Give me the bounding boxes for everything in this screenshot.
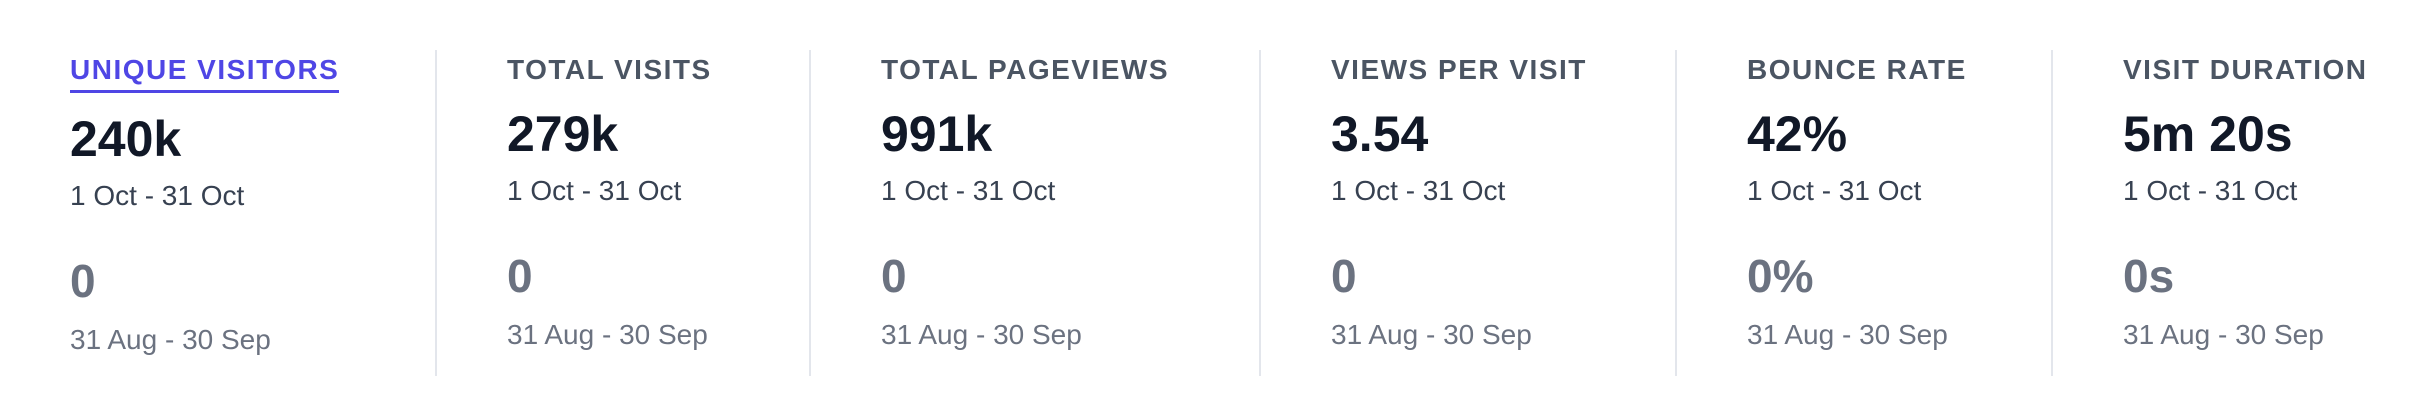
metric-comparison-range: 31 Aug - 30 Sep xyxy=(881,319,1082,350)
metric-value: 42% xyxy=(1747,106,1848,162)
metric-comparison-value: 0 xyxy=(507,250,533,302)
metric-total-pageviews[interactable]: TOTAL PAGEVIEWS 991k 1 Oct - 31 Oct 0 31… xyxy=(811,50,1261,376)
metric-date-range: 1 Oct - 31 Oct xyxy=(2123,175,2298,206)
metric-label-unique-visitors[interactable]: UNIQUE VISITORS xyxy=(70,52,340,93)
metric-visit-duration[interactable]: VISIT DURATION 5m 20s 1 Oct - 31 Oct 0s … xyxy=(2053,50,2427,376)
metric-comparison-value: 0 xyxy=(881,250,907,302)
metric-comparison-value: 0s xyxy=(2123,250,2175,302)
metric-comparison-value: 0 xyxy=(1331,250,1357,302)
metric-date-range: 1 Oct - 31 Oct xyxy=(1331,175,1506,206)
metric-value: 5m 20s xyxy=(2123,106,2293,162)
metric-comparison-range: 31 Aug - 30 Sep xyxy=(1331,319,1532,350)
metric-value: 991k xyxy=(881,106,993,162)
metric-comparison-range: 31 Aug - 30 Sep xyxy=(2123,319,2324,350)
metric-label-bounce-rate[interactable]: BOUNCE RATE xyxy=(1747,52,1967,88)
metric-label-visit-duration[interactable]: VISIT DURATION xyxy=(2123,52,2367,88)
metric-views-per-visit[interactable]: VIEWS PER VISIT 3.54 1 Oct - 31 Oct 0 31… xyxy=(1261,50,1677,376)
metric-date-range: 1 Oct - 31 Oct xyxy=(881,175,1056,206)
metric-unique-visitors[interactable]: UNIQUE VISITORS 240k 1 Oct - 31 Oct 0 31… xyxy=(0,50,437,376)
metric-label-total-pageviews[interactable]: TOTAL PAGEVIEWS xyxy=(881,52,1169,88)
metric-comparison-range: 31 Aug - 30 Sep xyxy=(1747,319,1948,350)
metric-date-range: 1 Oct - 31 Oct xyxy=(507,175,682,206)
metric-date-range: 1 Oct - 31 Oct xyxy=(70,180,245,211)
metric-total-visits[interactable]: TOTAL VISITS 279k 1 Oct - 31 Oct 0 31 Au… xyxy=(437,50,811,376)
metric-comparison-value: 0 xyxy=(70,255,96,307)
metric-value: 240k xyxy=(70,111,182,167)
metric-value: 279k xyxy=(507,106,619,162)
metric-bounce-rate[interactable]: BOUNCE RATE 42% 1 Oct - 31 Oct 0% 31 Aug… xyxy=(1677,50,2053,376)
metric-value: 3.54 xyxy=(1331,106,1429,162)
top-stats-panel: UNIQUE VISITORS 240k 1 Oct - 31 Oct 0 31… xyxy=(0,0,2427,402)
metric-comparison-range: 31 Aug - 30 Sep xyxy=(70,324,271,355)
metric-comparison-range: 31 Aug - 30 Sep xyxy=(507,319,708,350)
metric-comparison-value: 0% xyxy=(1747,250,1814,302)
metric-date-range: 1 Oct - 31 Oct xyxy=(1747,175,1922,206)
metric-label-total-visits[interactable]: TOTAL VISITS xyxy=(507,52,712,88)
metric-label-views-per-visit[interactable]: VIEWS PER VISIT xyxy=(1331,52,1587,88)
